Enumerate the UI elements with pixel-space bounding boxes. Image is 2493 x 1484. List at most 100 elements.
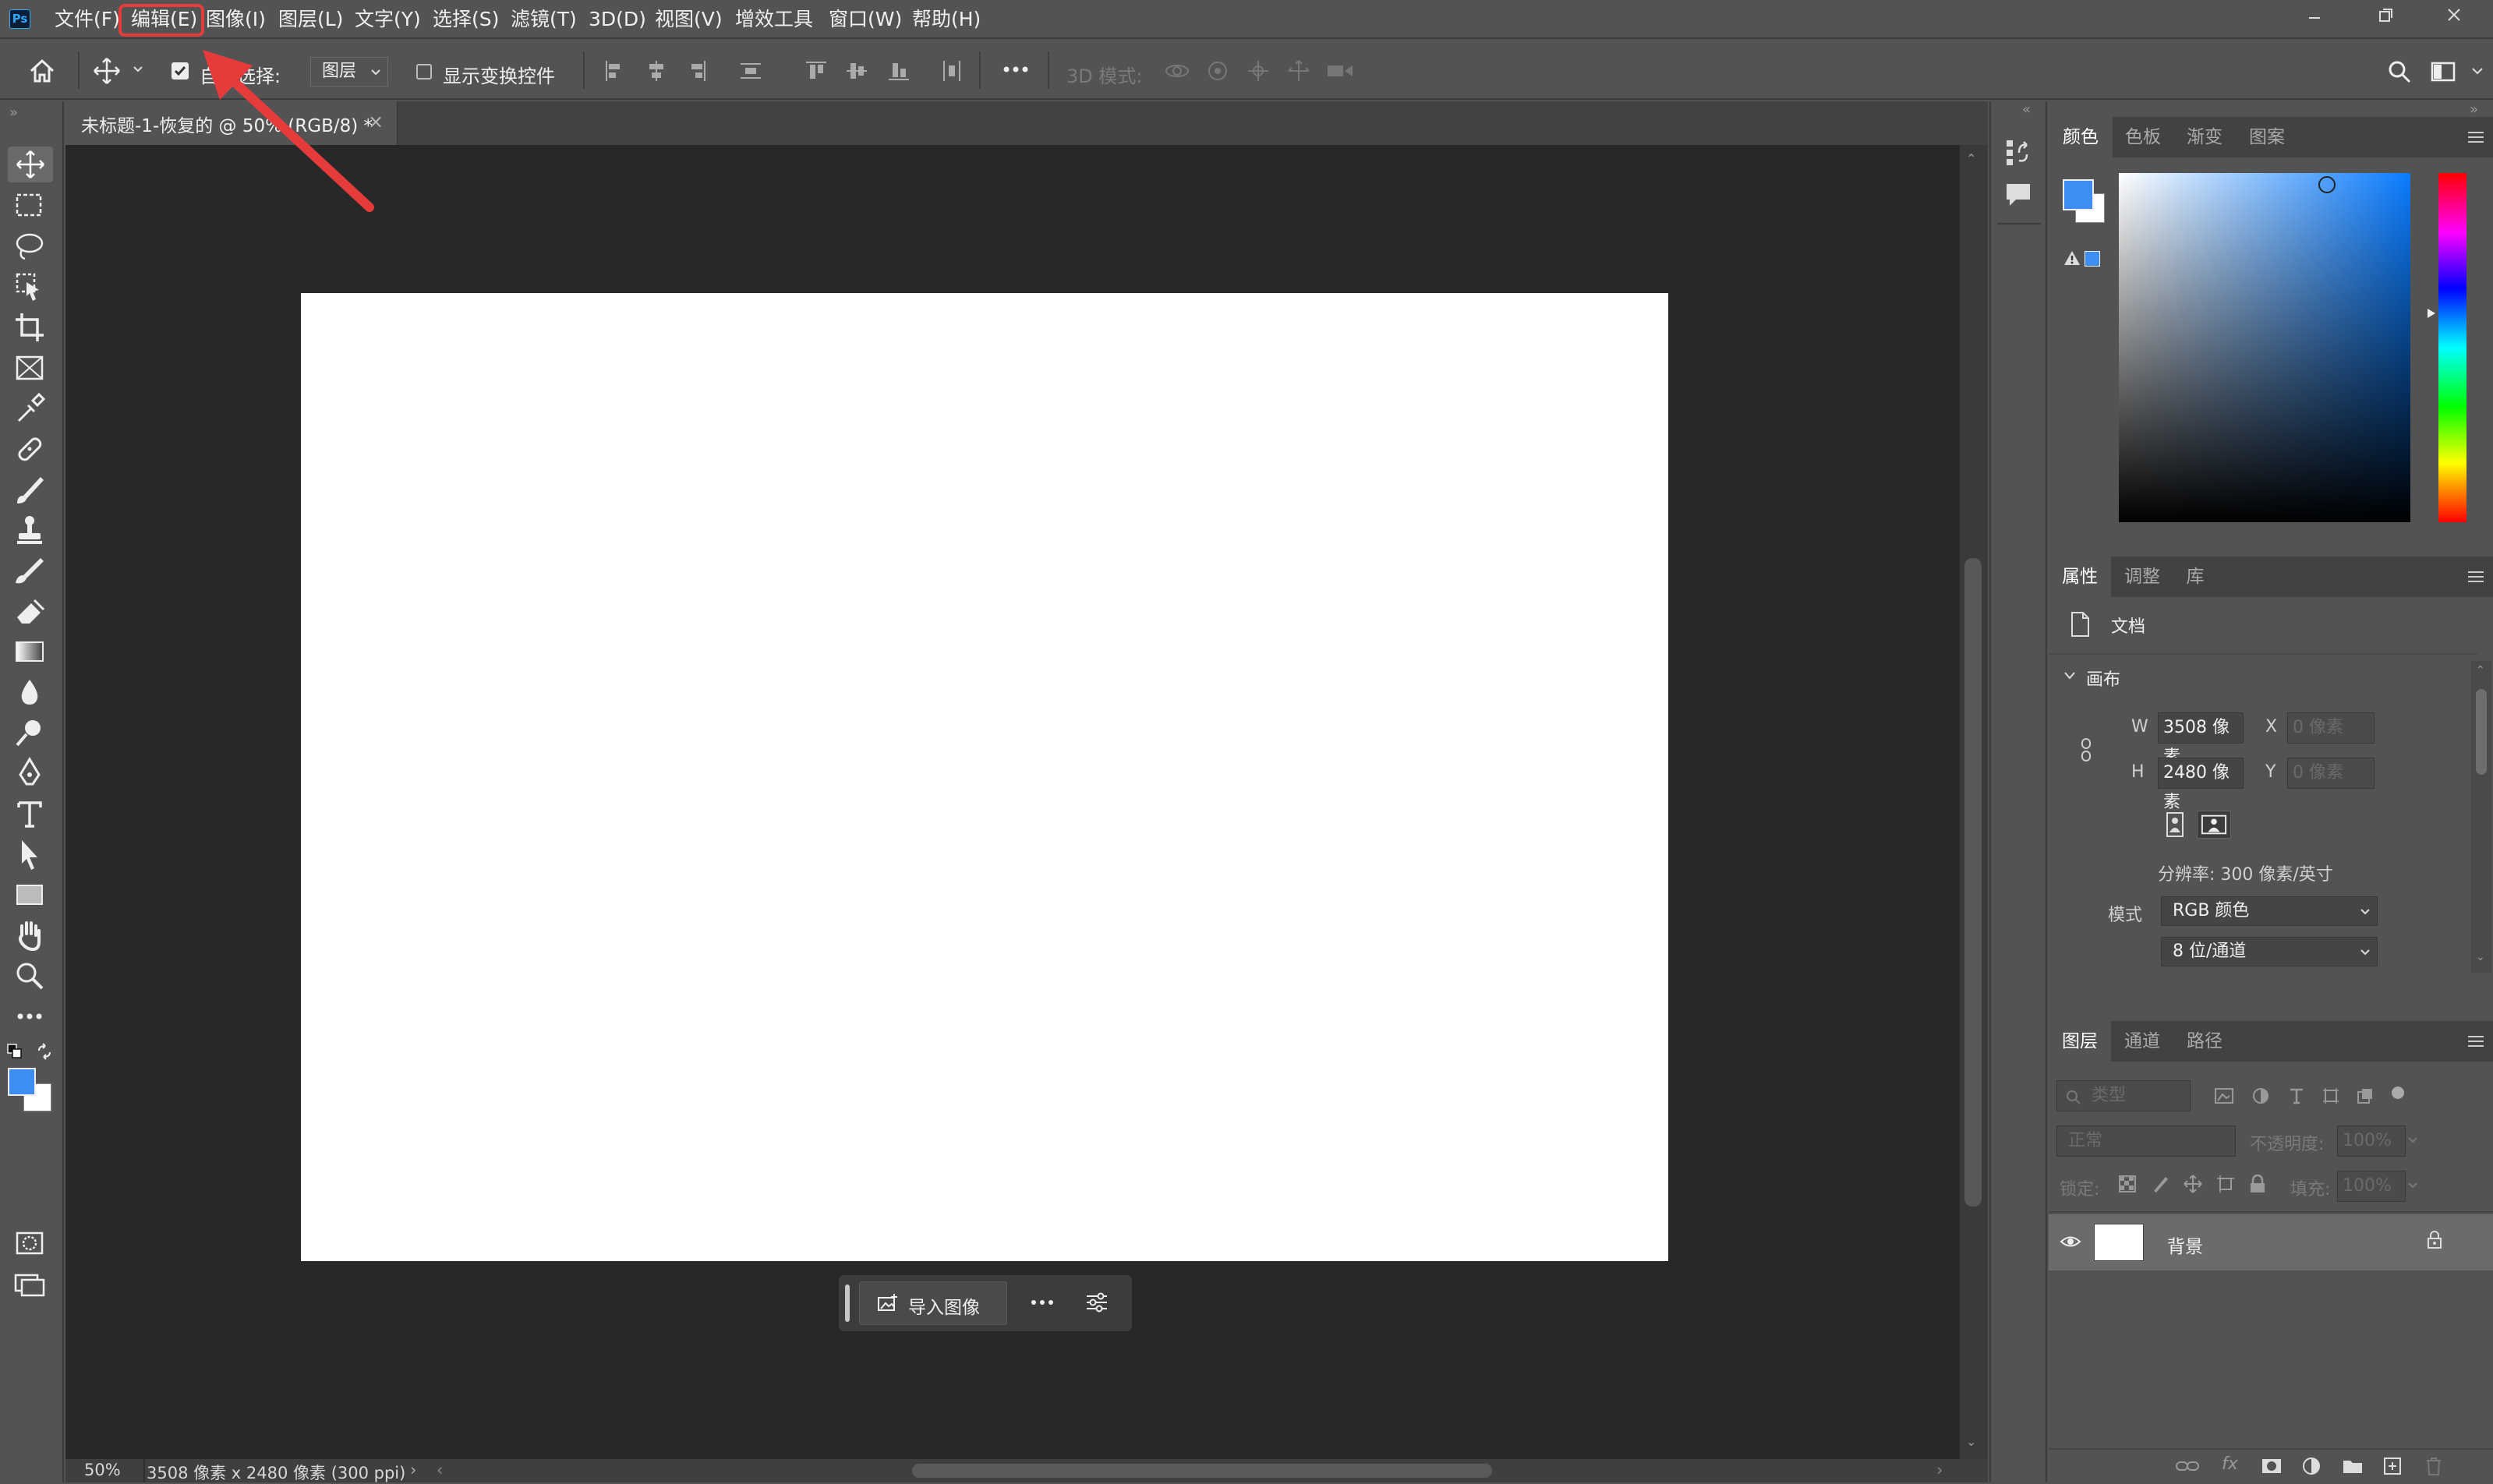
dodge-tool[interactable] — [12, 716, 47, 750]
horizontal-scroll-thumb[interactable] — [912, 1464, 1492, 1478]
move-tool-icon[interactable] — [92, 56, 122, 86]
properties-scrollbar[interactable]: ⌃ ⌄ — [2471, 661, 2491, 973]
lock-pixels-icon[interactable] — [2150, 1174, 2170, 1194]
healing-brush-tool[interactable] — [12, 432, 47, 466]
move-tool[interactable] — [8, 147, 53, 182]
scroll-down-icon[interactable]: ⌄ — [1966, 1434, 1976, 1449]
width-input[interactable]: 3508 像素 — [2158, 712, 2244, 767]
hue-slider-handle-icon[interactable] — [2426, 307, 2437, 320]
color-picker-handle[interactable] — [2318, 176, 2336, 193]
lock-all-icon[interactable] — [2248, 1174, 2267, 1194]
menu-3d[interactable]: 3D(D) — [589, 5, 646, 34]
lasso-tool[interactable] — [12, 229, 47, 263]
frame-tool[interactable] — [12, 351, 47, 385]
landscape-orientation-icon[interactable] — [2197, 811, 2231, 839]
hue-slider[interactable] — [2438, 173, 2466, 522]
swap-colors-icon[interactable] — [36, 1043, 53, 1060]
minimize-button[interactable] — [2279, 0, 2350, 39]
blur-tool[interactable] — [12, 675, 47, 709]
hand-tool[interactable] — [12, 918, 47, 952]
opacity-input[interactable]: 100% — [2337, 1125, 2406, 1157]
expand-panels-icon[interactable]: » — [2470, 101, 2478, 118]
zoom-level[interactable]: 50% — [84, 1461, 121, 1479]
bit-depth-dropdown[interactable]: 8 位/通道 — [2161, 937, 2378, 966]
collapse-arrows-icon[interactable]: » — [9, 104, 18, 121]
screen-mode-icon[interactable] — [12, 1267, 47, 1302]
history-brush-tool[interactable] — [12, 553, 47, 588]
chevron-down-icon[interactable] — [133, 65, 143, 73]
tab-libraries[interactable]: 库 — [2173, 556, 2217, 597]
rectangle-tool[interactable] — [12, 878, 47, 912]
properties-scroll-thumb[interactable] — [2476, 689, 2487, 775]
layer-name[interactable]: 背景 — [2167, 1231, 2203, 1258]
tab-layers[interactable]: 图层 — [2049, 1021, 2111, 1062]
marquee-tool[interactable] — [12, 189, 47, 223]
fill-input[interactable]: 100% — [2337, 1171, 2406, 1202]
eyedropper-tool[interactable] — [12, 391, 47, 426]
path-selection-tool[interactable] — [12, 837, 47, 871]
status-info-arrow-icon[interactable]: › — [410, 1461, 416, 1479]
portrait-orientation-icon[interactable] — [2161, 811, 2189, 839]
layer-style-fx-icon[interactable]: fx — [2222, 1454, 2238, 1474]
tab-properties[interactable]: 属性 — [2049, 556, 2111, 597]
menu-window[interactable]: 窗口(W) — [829, 5, 902, 34]
collapse-left-arrows-icon[interactable]: « — [2022, 101, 2031, 118]
layer-lock-icon[interactable] — [2426, 1230, 2443, 1250]
clone-stamp-tool[interactable] — [12, 513, 47, 547]
menu-view[interactable]: 视图(V) — [655, 5, 723, 34]
align-left-icon[interactable] — [603, 59, 625, 83]
tab-swatches[interactable]: 色板 — [2113, 117, 2173, 157]
align-center-horizontal-icon[interactable] — [645, 59, 667, 83]
tab-patterns[interactable]: 图案 — [2236, 117, 2298, 157]
align-top-icon[interactable] — [804, 59, 828, 83]
color-field[interactable] — [2119, 173, 2410, 522]
link-layers-icon[interactable] — [2175, 1458, 2200, 1475]
show-transform-checkbox[interactable] — [416, 64, 432, 80]
fill-chevron-icon[interactable] — [2407, 1182, 2418, 1189]
workspace-chevron-icon[interactable] — [2471, 67, 2484, 75]
close-window-button[interactable] — [2420, 0, 2490, 39]
color-panel-menu-icon[interactable] — [2466, 129, 2485, 145]
properties-scroll-up-icon[interactable]: ⌃ — [2476, 664, 2485, 677]
vertical-scrollbar[interactable]: ⌃ ⌄ — [1960, 145, 1988, 1459]
document-canvas[interactable] — [301, 293, 1668, 1261]
new-adjustment-layer-icon[interactable] — [2301, 1456, 2321, 1476]
pen-tool[interactable] — [12, 756, 47, 790]
task-bar-settings-icon[interactable] — [1085, 1291, 1109, 1314]
3d-orbit-icon[interactable] — [1163, 59, 1191, 83]
lock-position-icon[interactable] — [2183, 1174, 2203, 1194]
filter-type-icon[interactable] — [2287, 1086, 2306, 1105]
quick-mask-icon[interactable] — [12, 1227, 47, 1261]
filter-pixel-icon[interactable] — [2214, 1086, 2234, 1105]
task-bar-more-icon[interactable] — [1031, 1298, 1054, 1306]
align-right-icon[interactable] — [686, 59, 708, 83]
object-selection-tool[interactable] — [12, 270, 47, 304]
align-bottom-icon[interactable] — [887, 59, 911, 83]
delete-layer-icon[interactable] — [2424, 1456, 2443, 1476]
more-options-icon[interactable] — [1003, 65, 1029, 73]
lock-transparent-icon[interactable] — [2117, 1174, 2138, 1194]
opacity-chevron-icon[interactable] — [2407, 1136, 2418, 1144]
3d-slide-icon[interactable] — [1286, 59, 1311, 83]
task-bar-grip[interactable] — [845, 1284, 850, 1322]
lock-artboard-icon[interactable] — [2215, 1174, 2236, 1194]
new-layer-icon[interactable] — [2382, 1456, 2403, 1476]
3d-camera-icon[interactable] — [1325, 59, 1355, 83]
tab-gradients[interactable]: 渐变 — [2173, 117, 2236, 157]
link-dimensions-icon[interactable] — [2080, 737, 2092, 762]
align-middle-icon[interactable] — [845, 59, 868, 83]
vertical-scroll-thumb[interactable] — [1964, 558, 1982, 1207]
scroll-up-icon[interactable]: ⌃ — [1966, 151, 1976, 166]
layer-row[interactable]: 背景 — [2049, 1214, 2493, 1270]
distribute-horizontal-icon[interactable] — [940, 59, 964, 83]
section-chevron-icon[interactable] — [2063, 670, 2077, 681]
new-group-icon[interactable] — [2342, 1458, 2364, 1475]
default-colors-icon[interactable] — [6, 1043, 23, 1060]
menu-select[interactable]: 选择(S) — [433, 5, 499, 34]
gamut-warning-icon[interactable] — [2063, 249, 2081, 267]
3d-roll-icon[interactable] — [1205, 59, 1230, 83]
menu-filter[interactable]: 滤镜(T) — [511, 5, 577, 34]
distribute-vertical-icon[interactable] — [739, 59, 762, 83]
tab-adjustments[interactable]: 调整 — [2111, 556, 2173, 597]
layer-thumbnail[interactable] — [2094, 1224, 2144, 1261]
